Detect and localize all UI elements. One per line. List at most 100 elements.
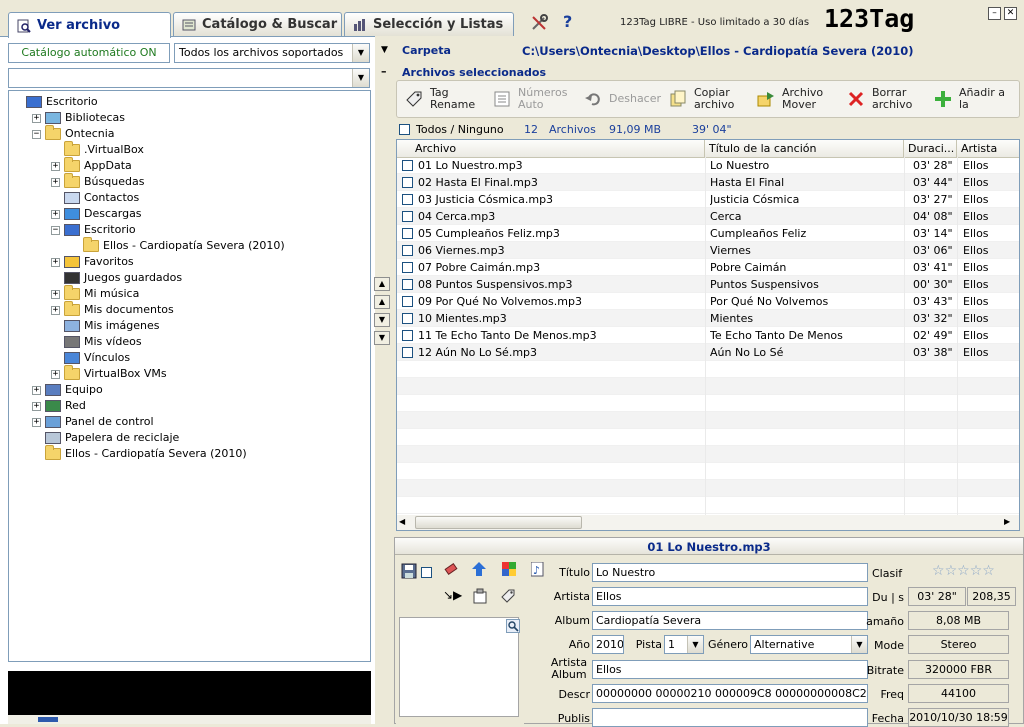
numbers-button[interactable]: Números Auto bbox=[492, 84, 567, 114]
collapse-folder-icon[interactable]: ▼ bbox=[381, 45, 388, 55]
publisher-field[interactable] bbox=[592, 708, 868, 727]
folder-tree[interactable]: Escritorio + Bibliotecas − Ontecnia .VirtualB… bbox=[8, 90, 371, 662]
settings-icon[interactable] bbox=[530, 14, 548, 32]
row-checkbox[interactable] bbox=[402, 347, 413, 358]
row-checkbox[interactable] bbox=[402, 228, 413, 239]
expand-icon[interactable]: + bbox=[32, 401, 41, 411]
add-button[interactable]: Añadir a la bbox=[933, 84, 1005, 114]
move-button[interactable]: Archivo Mover bbox=[756, 84, 823, 114]
expand-icon[interactable]: + bbox=[32, 385, 41, 395]
eraser-icon[interactable] bbox=[443, 561, 459, 580]
table-row[interactable]: 07 Pobre Caimán.mp3 Pobre Caimán 03' 41" El… bbox=[397, 259, 1019, 276]
star-icon[interactable]: ☆ bbox=[982, 563, 995, 579]
copy-button[interactable]: Copiar archivo bbox=[668, 84, 734, 114]
tree-item[interactable]: + Mis documentos bbox=[51, 301, 174, 318]
row-checkbox[interactable] bbox=[402, 313, 413, 324]
chevron-down-icon[interactable]: ▼ bbox=[851, 636, 867, 653]
expand-icon[interactable]: + bbox=[51, 177, 60, 187]
expand-icon[interactable]: + bbox=[32, 417, 41, 427]
expand-icon[interactable]: + bbox=[32, 113, 41, 123]
table-row[interactable]: 12 Aún No Lo Sé.mp3 Aún No Lo Sé 03' 38" El… bbox=[397, 344, 1019, 361]
save-icon[interactable] bbox=[401, 563, 417, 579]
chevron-down-icon[interactable]: ▼ bbox=[687, 636, 703, 653]
select-all-label[interactable]: Todos / Ninguno bbox=[416, 123, 504, 136]
rating-stars[interactable]: ☆☆☆☆☆ bbox=[932, 563, 995, 579]
expand-icon[interactable]: + bbox=[51, 369, 60, 379]
zoom-icon[interactable] bbox=[506, 619, 520, 633]
column-header-duration[interactable]: Duraci... bbox=[904, 140, 957, 157]
description-field[interactable]: 00000000 00000210 000009C8 00000000008C2… bbox=[592, 684, 868, 703]
album-field[interactable]: Cardiopatía Severa bbox=[592, 611, 868, 630]
move-top-button[interactable]: ▲ bbox=[374, 277, 390, 291]
row-checkbox[interactable] bbox=[402, 330, 413, 341]
move-down-button[interactable]: ▼ bbox=[374, 313, 390, 327]
table-row[interactable]: 04 Cerca.mp3 Cerca 04' 08" Ellos bbox=[397, 208, 1019, 225]
tree-item[interactable]: + Descargas bbox=[51, 206, 142, 222]
cover-image-box[interactable] bbox=[399, 617, 520, 717]
tree-item[interactable]: + Equipo bbox=[32, 382, 103, 398]
tree-item[interactable]: + VirtualBox VMs bbox=[51, 365, 167, 382]
minimize-button[interactable]: – bbox=[988, 7, 1001, 20]
cover-checkbox[interactable] bbox=[421, 567, 432, 578]
expand-icon[interactable]: + bbox=[51, 257, 60, 267]
scroll-right-icon[interactable]: ▶ bbox=[1004, 517, 1010, 526]
file-type-filter[interactable]: Todos los archivos soportados ▼ bbox=[174, 43, 370, 63]
tag-tool-icon[interactable] bbox=[500, 588, 516, 607]
title-field[interactable]: Lo Nuestro bbox=[592, 563, 868, 582]
year-field[interactable]: 2010 bbox=[592, 635, 624, 654]
table-row[interactable]: 01 Lo Nuestro.mp3 Lo Nuestro 03' 28" Ellos bbox=[397, 157, 1019, 174]
tree-item[interactable]: − Escritorio bbox=[51, 222, 136, 238]
row-checkbox[interactable] bbox=[402, 211, 413, 222]
upload-cover-icon[interactable] bbox=[471, 561, 487, 580]
tree-item[interactable]: + Búsquedas bbox=[51, 173, 144, 190]
expand-icon[interactable]: + bbox=[51, 161, 60, 171]
genre-field[interactable]: Alternative ▼ bbox=[750, 635, 868, 654]
track-field[interactable]: 1 ▼ bbox=[664, 635, 704, 654]
row-checkbox[interactable] bbox=[402, 296, 413, 307]
tree-item[interactable]: + Mi música bbox=[51, 285, 139, 302]
close-button[interactable]: ✕ bbox=[1004, 7, 1017, 20]
star-icon[interactable]: ☆ bbox=[957, 563, 970, 579]
row-checkbox[interactable] bbox=[402, 262, 413, 273]
table-row[interactable]: 05 Cumpleaños Feliz.mp3 Cumpleaños Feliz 0… bbox=[397, 225, 1019, 242]
tab-ver-archivo[interactable]: Ver archivo bbox=[8, 12, 171, 38]
album-artist-field[interactable]: Ellos bbox=[592, 660, 868, 679]
artist-field[interactable]: Ellos bbox=[592, 587, 868, 606]
tree-item[interactable]: Contactos bbox=[51, 190, 139, 206]
star-icon[interactable]: ☆ bbox=[945, 563, 958, 579]
google-images-icon[interactable] bbox=[501, 561, 517, 580]
scrollbar-thumb[interactable] bbox=[38, 717, 58, 722]
row-checkbox[interactable] bbox=[402, 279, 413, 290]
table-row[interactable]: 09 Por Qué No Volvemos.mp3 Por Qué No Vol… bbox=[397, 293, 1019, 310]
expand-icon[interactable]: + bbox=[51, 289, 60, 299]
scroll-left-icon[interactable]: ◀ bbox=[399, 517, 405, 526]
tree-item[interactable]: + Bibliotecas bbox=[32, 110, 125, 126]
column-header-artist[interactable]: Artista bbox=[957, 140, 1019, 157]
collapse-icon[interactable]: − bbox=[32, 129, 41, 139]
tree-item[interactable]: Mis imágenes bbox=[51, 318, 160, 334]
tree-item[interactable]: Ellos - Cardiopatía Severa (2010) bbox=[70, 237, 285, 254]
row-checkbox[interactable] bbox=[402, 177, 413, 188]
delete-button[interactable]: Borrar archivo bbox=[846, 84, 912, 114]
tree-item[interactable]: + Favoritos bbox=[51, 254, 134, 270]
table-row[interactable]: 08 Puntos Suspensivos.mp3 Puntos Suspensi… bbox=[397, 276, 1019, 293]
help-icon[interactable]: ? bbox=[563, 12, 572, 31]
table-row[interactable]: 10 Mientes.mp3 Mientes 03' 32" Ellos bbox=[397, 310, 1019, 327]
row-checkbox[interactable] bbox=[402, 194, 413, 205]
grid-horizontal-scrollbar[interactable]: ◀ ▶ bbox=[397, 515, 1019, 530]
tree-item[interactable]: Escritorio bbox=[13, 94, 98, 110]
tree-item[interactable]: Ellos - Cardiopatía Severa (2010) bbox=[32, 445, 247, 462]
tree-item[interactable]: + Panel de control bbox=[32, 414, 154, 430]
table-row[interactable]: 06 Viernes.mp3 Viernes 03' 06" Ellos bbox=[397, 242, 1019, 259]
expand-icon[interactable]: + bbox=[51, 305, 60, 315]
chevron-down-icon[interactable]: ▼ bbox=[352, 69, 369, 87]
catalog-status[interactable]: Catálogo automático ON bbox=[8, 43, 170, 63]
tree-item[interactable]: Vínculos bbox=[51, 350, 130, 366]
tree-item[interactable]: Mis vídeos bbox=[51, 334, 142, 350]
table-row[interactable]: 02 Hasta El Final.mp3 Hasta El Final 03' 4… bbox=[397, 174, 1019, 191]
play-tag-icon[interactable]: ↘▶ bbox=[443, 588, 462, 602]
scrollbar-thumb[interactable] bbox=[415, 516, 582, 529]
move-bottom-button[interactable]: ▼ bbox=[374, 331, 390, 345]
row-checkbox[interactable] bbox=[402, 160, 413, 171]
star-icon[interactable]: ☆ bbox=[970, 563, 983, 579]
